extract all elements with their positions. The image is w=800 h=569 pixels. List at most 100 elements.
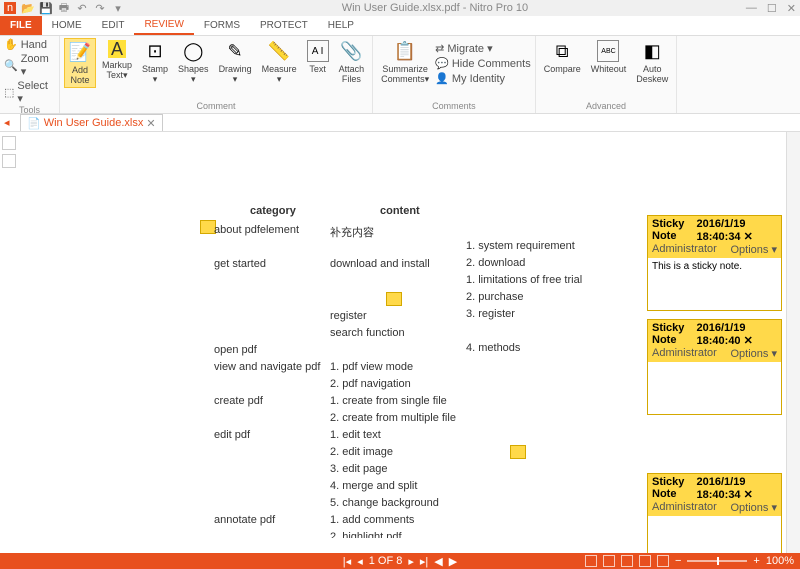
- cell-category: edit pdf: [214, 429, 250, 441]
- tab-home[interactable]: HOME: [42, 16, 92, 35]
- bookmarks-panel-icon[interactable]: [2, 154, 16, 168]
- identity-button[interactable]: 👤My Identity: [435, 72, 531, 85]
- attach-button[interactable]: 📎Attach Files: [335, 38, 369, 86]
- doc-tab-name: Win User Guide.xlsx: [44, 117, 144, 129]
- nav-back-icon[interactable]: ◀: [434, 555, 442, 568]
- hdr-category: category: [250, 205, 296, 217]
- document-tab[interactable]: 📄 Win User Guide.xlsx ✕: [20, 114, 163, 131]
- sticky-note-card[interactable]: Sticky Note2016/1/19 18:40:40 ✕Administr…: [647, 319, 782, 415]
- cell-content-3: 1. limitations of free trial: [466, 274, 582, 286]
- sticky-note-card[interactable]: Sticky Note2016/1/19 18:40:34 ✕Administr…: [647, 215, 782, 311]
- last-page-icon[interactable]: ▸|: [420, 555, 428, 568]
- tool-select[interactable]: ⬚Select ▾: [4, 80, 55, 105]
- app-icon: n: [4, 2, 16, 14]
- note-time: 2016/1/19 18:40:40 ✕: [697, 322, 777, 347]
- scrollbar-vertical[interactable]: [786, 132, 800, 553]
- zoom-slider[interactable]: [687, 560, 747, 562]
- zoom-out-icon[interactable]: −: [675, 555, 681, 567]
- close-icon[interactable]: ✕: [787, 2, 796, 15]
- tool-zoom[interactable]: 🔍Zoom ▾: [4, 53, 55, 78]
- note-options[interactable]: Options ▾: [731, 243, 778, 256]
- view-facing-icon[interactable]: [621, 555, 633, 567]
- stamp-icon: ⊡: [144, 40, 166, 62]
- tab-help[interactable]: HELP: [318, 16, 364, 35]
- cell-content: 4. merge and split: [330, 480, 417, 492]
- doc-tab-close[interactable]: ✕: [146, 117, 155, 130]
- add-note-button[interactable]: 📝Add Note: [64, 38, 96, 88]
- view-facing-cont-icon[interactable]: [639, 555, 651, 567]
- view-continuous-icon[interactable]: [603, 555, 615, 567]
- tool-hand[interactable]: ✋Hand: [4, 38, 55, 51]
- tab-review[interactable]: REVIEW: [134, 16, 193, 35]
- zoom-in-icon[interactable]: +: [753, 555, 759, 567]
- cell-content-3: 4. methods: [466, 342, 520, 354]
- cell-content: 2. create from multiple file: [330, 412, 456, 424]
- cell-content: 补充内容: [330, 224, 374, 240]
- minimize-icon[interactable]: —: [746, 2, 757, 15]
- compare-button[interactable]: ⧉Compare: [540, 38, 585, 76]
- sticky-note-marker[interactable]: [386, 292, 402, 306]
- summarize-icon: 📋: [394, 40, 416, 62]
- left-panel-icons-bottom: [0, 543, 18, 551]
- text-button[interactable]: A IText: [303, 38, 333, 76]
- note-title: Sticky Note: [652, 476, 697, 501]
- drawing-button[interactable]: ✎Drawing ▾: [215, 38, 256, 86]
- next-page-icon[interactable]: ▸: [408, 555, 414, 568]
- cell-content: 3. edit page: [330, 463, 388, 475]
- tab-edit[interactable]: EDIT: [92, 16, 135, 35]
- whiteout-button[interactable]: ABCWhiteout: [587, 38, 631, 76]
- note-icon: 📝: [69, 41, 91, 63]
- note-body[interactable]: [648, 362, 781, 414]
- shapes-icon: ◯: [182, 40, 204, 62]
- note-title: Sticky Note: [652, 322, 697, 347]
- hand-icon: ✋: [4, 38, 18, 51]
- cell-content: 1. pdf view mode: [330, 361, 413, 373]
- document-page: category content about pdfelement补充内容get…: [170, 140, 615, 538]
- stamp-button[interactable]: ⊡Stamp ▾: [138, 38, 172, 86]
- group-advanced-label: Advanced: [540, 101, 673, 113]
- document-tab-bar: ◂ 📄 Win User Guide.xlsx ✕: [0, 114, 800, 132]
- tab-nav-prev[interactable]: ◂: [4, 116, 10, 129]
- cell-category: view and navigate pdf: [214, 361, 320, 373]
- summarize-button[interactable]: 📋Summarize Comments▾: [377, 38, 433, 86]
- cell-category: about pdfelement: [214, 224, 299, 236]
- pages-panel-icon[interactable]: [2, 136, 16, 150]
- note-body[interactable]: This is a sticky note.: [648, 258, 781, 310]
- tab-file[interactable]: FILE: [0, 16, 42, 35]
- view-single-icon[interactable]: [585, 555, 597, 567]
- tab-forms[interactable]: FORMS: [194, 16, 250, 35]
- maximize-icon[interactable]: ☐: [767, 2, 777, 15]
- markup-button[interactable]: AMarkup Text▾: [98, 38, 136, 82]
- print-icon[interactable]: 🖶: [58, 2, 70, 14]
- tab-protect[interactable]: PROTECT: [250, 16, 318, 35]
- redo-icon[interactable]: ↷: [94, 2, 106, 14]
- migrate-icon: ⇄: [435, 42, 444, 55]
- cell-content: 1. create from single file: [330, 395, 447, 407]
- open-icon[interactable]: 📂: [22, 2, 34, 14]
- nav-fwd-icon[interactable]: ▶: [449, 555, 457, 568]
- save-icon[interactable]: 💾: [40, 2, 52, 14]
- cell-content: 2. pdf navigation: [330, 378, 411, 390]
- cell-category: get started: [214, 258, 266, 270]
- hide-comments-button[interactable]: 💬Hide Comments: [435, 57, 531, 70]
- titlebar: n 📂 💾 🖶 ↶ ↷ ▾ Win User Guide.xlsx.pdf - …: [0, 0, 800, 16]
- qat-more-icon[interactable]: ▾: [112, 2, 124, 14]
- shapes-button[interactable]: ◯Shapes ▾: [174, 38, 213, 86]
- note-author: Administrator: [652, 243, 717, 256]
- note-options[interactable]: Options ▾: [731, 501, 778, 514]
- window-title: Win User Guide.xlsx.pdf - Nitro Pro 10: [124, 2, 746, 14]
- sticky-note-marker[interactable]: [510, 445, 526, 459]
- undo-icon[interactable]: ↶: [76, 2, 88, 14]
- note-options[interactable]: Options ▾: [731, 347, 778, 360]
- migrate-button[interactable]: ⇄Migrate ▾: [435, 42, 531, 55]
- cell-content: 1. edit text: [330, 429, 381, 441]
- measure-button[interactable]: 📏Measure ▾: [258, 38, 301, 86]
- first-page-icon[interactable]: |◂: [343, 555, 351, 568]
- note-author: Administrator: [652, 347, 717, 360]
- view-fit-icon[interactable]: [657, 555, 669, 567]
- cell-content-3: 3. register: [466, 308, 515, 320]
- cell-content: 2. edit image: [330, 446, 393, 458]
- autodeskew-button[interactable]: ◧Auto Deskew: [632, 38, 672, 86]
- zoom-icon: 🔍: [4, 59, 18, 72]
- prev-page-icon[interactable]: ◂: [357, 555, 363, 568]
